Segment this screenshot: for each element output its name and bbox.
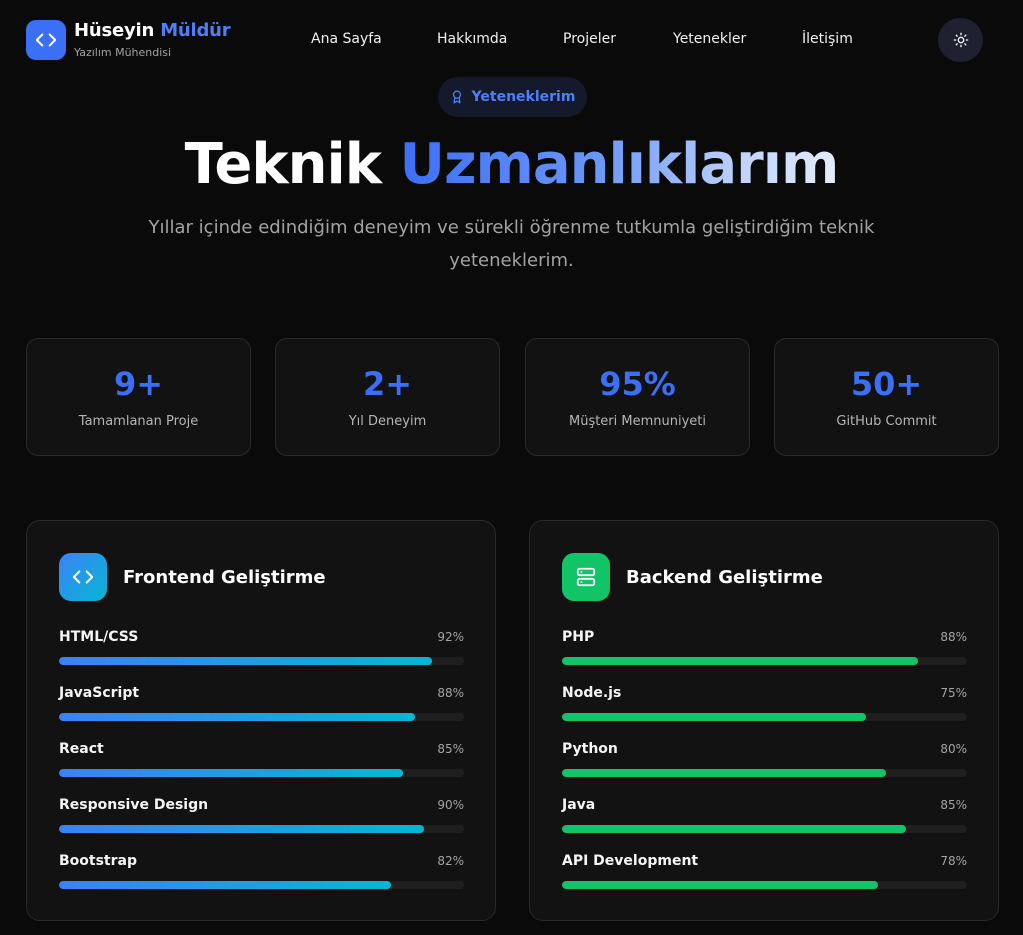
skill-row: React 85%	[59, 741, 464, 781]
skill-row: Python 80%	[562, 741, 967, 781]
skill-progress-track	[59, 769, 464, 777]
section-badge: Yeteneklerim	[438, 77, 587, 117]
server-icon	[576, 567, 596, 587]
skill-name: Java	[562, 797, 596, 813]
section-badge-label: Yeteneklerim	[471, 89, 576, 105]
skill-progress-track	[59, 881, 464, 889]
stat-label: GitHub Commit	[836, 414, 937, 429]
skill-percent: 85%	[437, 742, 464, 756]
skill-name: React	[59, 741, 104, 757]
page-description: Yıllar içinde edindiğim deneyim ve sürek…	[148, 217, 875, 271]
skill-card-frontend: Frontend Geliştirme HTML/CSS 92% JavaScr…	[26, 520, 496, 921]
stat-value: 2+	[362, 365, 413, 403]
nav-link-projeler[interactable]: Projeler	[563, 31, 616, 47]
nav-link-yetenekler[interactable]: Yetenekler	[673, 31, 746, 47]
stat-value: 50+	[850, 365, 923, 403]
skill-row: Bootstrap 82%	[59, 853, 464, 893]
skill-percent: 92%	[437, 630, 464, 644]
skill-progress-fill	[562, 769, 886, 777]
skill-percent: 85%	[940, 798, 967, 812]
skill-progress-fill	[562, 657, 919, 665]
card-icon-badge	[562, 553, 610, 601]
skill-percent: 88%	[940, 630, 967, 644]
skill-progress-track	[59, 825, 464, 833]
skill-progress-fill	[562, 825, 907, 833]
stat-card: 9+ Tamamlanan Proje	[26, 338, 251, 456]
skill-progress-fill	[562, 881, 878, 889]
skill-progress-track	[562, 881, 967, 889]
skill-percent: 75%	[940, 686, 967, 700]
card-title: Frontend Geliştirme	[123, 567, 326, 588]
skill-progress-fill	[59, 825, 424, 833]
skill-progress-track	[562, 657, 967, 665]
page-title-plain: Teknik	[184, 132, 382, 197]
nav-link-iletisim[interactable]: İletişim	[802, 31, 853, 47]
skill-name: JavaScript	[59, 685, 140, 701]
skill-percent: 80%	[940, 742, 967, 756]
skill-percent: 90%	[437, 798, 464, 812]
stat-label: Müşteri Memnuniyeti	[568, 414, 707, 429]
code-icon	[72, 570, 94, 584]
page-title: Teknik Uzmanlıklarım	[0, 132, 1023, 197]
skill-percent: 88%	[437, 686, 464, 700]
award-icon	[452, 90, 461, 104]
skill-progress-track	[562, 825, 967, 833]
skill-progress-track	[562, 713, 967, 721]
skill-progress-fill	[59, 657, 432, 665]
skill-percent: 78%	[940, 854, 967, 868]
stat-card: 95% Müşteri Memnuniyeti	[525, 338, 750, 456]
card-title: Backend Geliştirme	[626, 567, 823, 588]
navbar: Hüseyin Müldür Yazılım Mühendisi Ana Say…	[0, 0, 1023, 80]
nav-links: Ana Sayfa Hakkımda Projeler Yetenekler İ…	[0, 31, 1023, 51]
skill-name: Python	[562, 741, 618, 757]
skill-row: API Development 78%	[562, 853, 967, 893]
skill-row: HTML/CSS 92%	[59, 629, 464, 669]
card-icon-badge	[59, 553, 107, 601]
skill-card-backend: Backend Geliştirme PHP 88% Node.js 75% P…	[529, 520, 999, 921]
skill-progress-track	[562, 769, 967, 777]
skill-progress-track	[59, 657, 464, 665]
skill-progress-fill	[59, 713, 416, 721]
nav-link-ana-sayfa[interactable]: Ana Sayfa	[311, 31, 382, 47]
skill-row: JavaScript 88%	[59, 685, 464, 725]
skill-name: API Development	[562, 853, 699, 869]
skill-row: Node.js 75%	[562, 685, 967, 725]
skill-name: HTML/CSS	[59, 629, 139, 645]
skill-row: PHP 88%	[562, 629, 967, 669]
skill-row: Responsive Design 90%	[59, 797, 464, 837]
skill-name: Bootstrap	[59, 853, 137, 869]
stat-value: 9+	[113, 365, 164, 403]
page-title-accent: Uzmanlıklarım	[399, 132, 839, 197]
skill-name: Node.js	[562, 685, 622, 701]
stat-value: 95%	[599, 365, 676, 403]
theme-toggle-button[interactable]	[938, 18, 983, 62]
nav-link-hakkimda[interactable]: Hakkımda	[437, 31, 507, 47]
skill-name: Responsive Design	[59, 797, 209, 813]
skill-progress-fill	[59, 881, 392, 889]
skill-progress-track	[59, 713, 464, 721]
stat-card: 50+ GitHub Commit	[774, 338, 999, 456]
skill-name: PHP	[562, 629, 595, 645]
stat-label: Yıl Deneyim	[348, 414, 427, 429]
skill-progress-fill	[562, 713, 866, 721]
sun-icon	[953, 32, 968, 48]
skill-percent: 82%	[437, 854, 464, 868]
skill-progress-fill	[59, 769, 404, 777]
skill-row: Java 85%	[562, 797, 967, 837]
stat-label: Tamamlanan Proje	[78, 414, 199, 429]
stat-card: 2+ Yıl Deneyim	[275, 338, 500, 456]
